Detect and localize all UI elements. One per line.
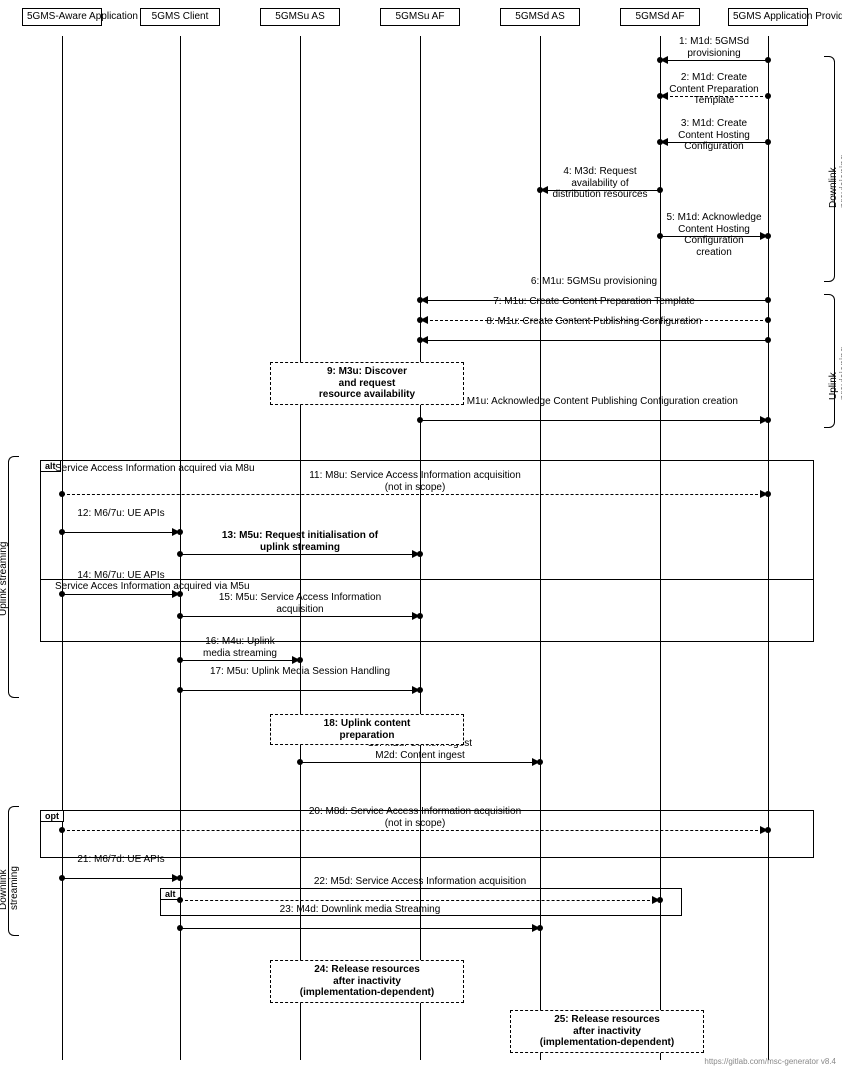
arrow-1	[660, 60, 768, 61]
message-13: 13: M5u: Request initialisation of uplin…	[180, 530, 420, 553]
message-15: 15: M5u: Service Access Information acqu…	[180, 592, 420, 615]
arrow-23	[180, 928, 540, 929]
lifeline-header-0: 5GMS-Aware Application	[22, 8, 102, 26]
message-3: 3: M1d: Create Content Hosting Configura…	[660, 118, 768, 153]
message-8: 8: M1u: Create Content Publishing Config…	[420, 316, 768, 328]
note-n24: 24: Release resources after inactivity (…	[270, 960, 464, 1003]
message-5: 5: M1d: Acknowledge Content Hosting Conf…	[660, 212, 768, 258]
arrow-21	[62, 878, 180, 879]
arrow-20	[62, 830, 768, 831]
message-20: 20: M8d: Service Access Information acqu…	[62, 806, 768, 829]
message-1: 1: M1d: 5GMSd provisioning	[660, 36, 768, 59]
message-22: 22: M5d: Service Access Information acqu…	[180, 876, 660, 888]
lifeline-header-2: 5GMSu AS	[260, 8, 340, 26]
arrow-19	[300, 762, 540, 763]
arrow-14	[62, 594, 180, 595]
arrow-4	[540, 190, 660, 191]
arrow-15	[180, 616, 420, 617]
lifeline-header-3: 5GMSu AF	[380, 8, 460, 26]
note-n18: 18: Uplink content preparation	[270, 714, 464, 745]
arrow-13	[180, 554, 420, 555]
arrow-22	[180, 900, 660, 901]
note-n9: 9: M3u: Discover and request resource av…	[270, 362, 464, 405]
lifeline-header-1: 5GMS Client	[140, 8, 220, 26]
arrow-16	[180, 660, 300, 661]
arrow-2	[660, 96, 768, 97]
message-11: 11: M8u: Service Access Information acqu…	[62, 470, 768, 493]
arrow-8	[420, 340, 768, 341]
message-7: 7: M1u: Create Content Preparation Templ…	[420, 296, 768, 308]
lifeline-header-6: 5GMS Application Provider	[728, 8, 808, 26]
phase-label-1: Uplink provisioning	[828, 320, 842, 400]
message-10: 10: M1u: Acknowledge Content Publishing …	[420, 396, 768, 408]
arrow-5	[660, 236, 768, 237]
lifeline-header-4: 5GMSd AS	[500, 8, 580, 26]
arrow-12	[62, 532, 180, 533]
sequence-diagram: 5GMS-Aware Application 5GMS Client 5GMSu A…	[0, 0, 842, 1068]
note-n25: 25: Release resources after inactivity (…	[510, 1010, 704, 1053]
phase-label-3: Downlink streaming	[0, 830, 20, 910]
arrow-3	[660, 142, 768, 143]
credit: https://gitlab.com/msc-generator v8.4	[704, 1057, 836, 1066]
message-21: 21: M6/7d: UE APIs	[62, 854, 180, 866]
arrow-10	[420, 420, 768, 421]
arrow-17	[180, 690, 420, 691]
message-23: 23: M4d: Downlink media Streaming	[180, 904, 540, 916]
arrow-11	[62, 494, 768, 495]
message-6: 6: M1u: 5GMSu provisioning	[420, 276, 768, 288]
message-14: 14: M6/7u: UE APIs	[62, 570, 180, 582]
phase-label-2: Uplink streaming	[0, 536, 9, 616]
message-12: 12: M6/7u: UE APIs	[62, 508, 180, 520]
message-2: 2: M1d: Create Content Preparation Templ…	[660, 72, 768, 107]
message-4: 4: M3d: Request availability of distribu…	[540, 166, 660, 201]
lifeline-header-5: 5GMSd AF	[620, 8, 700, 26]
phase-label-0: Downlink provisioning	[828, 128, 842, 208]
phase-brace-2	[8, 456, 19, 698]
message-17: 17: M5u: Uplink Media Session Handling	[180, 666, 420, 678]
message-16: 16: M4u: Uplink media streaming	[180, 636, 300, 659]
